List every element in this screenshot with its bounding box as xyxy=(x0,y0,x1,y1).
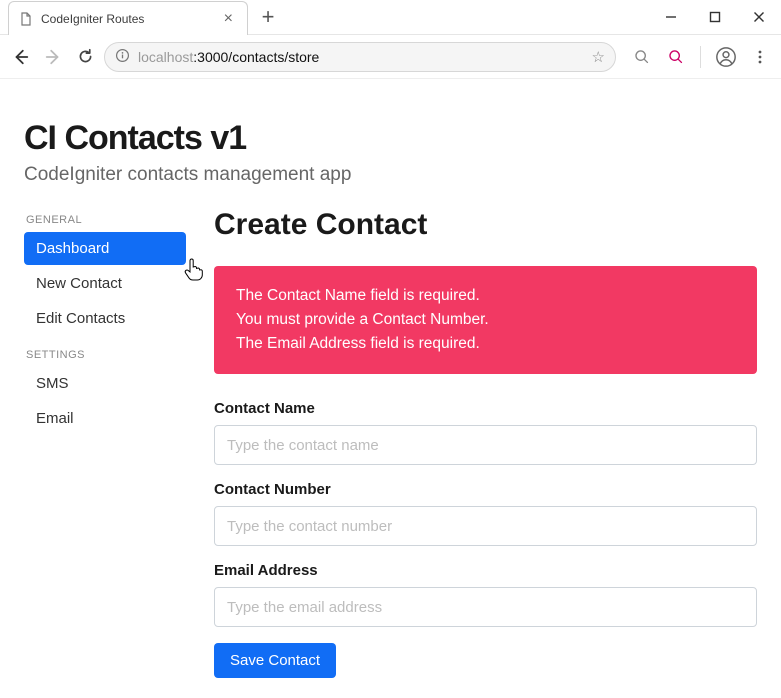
sidebar-item-email[interactable]: Email xyxy=(24,402,186,435)
browser-menu-button[interactable] xyxy=(747,44,773,70)
app-title: CI Contacts v1 xyxy=(24,119,757,158)
back-button[interactable] xyxy=(8,44,34,70)
sidebar: GENERAL Dashboard New Contact Edit Conta… xyxy=(24,208,186,449)
tab-title: CodeIgniter Routes xyxy=(41,12,212,26)
alert-line: You must provide a Contact Number. xyxy=(236,308,735,332)
input-email-address[interactable] xyxy=(214,587,757,627)
label-contact-name: Contact Name xyxy=(214,400,757,417)
forward-button[interactable] xyxy=(40,44,66,70)
toolbar-right xyxy=(622,44,773,70)
browser-tab[interactable]: CodeIgniter Routes × xyxy=(8,1,248,35)
sidebar-heading-settings: SETTINGS xyxy=(26,349,186,361)
main-layout: GENERAL Dashboard New Contact Edit Conta… xyxy=(24,208,757,678)
alert-line: The Email Address field is required. xyxy=(236,332,735,356)
bookmark-star-icon[interactable]: ☆ xyxy=(592,48,605,66)
label-email-address: Email Address xyxy=(214,562,757,579)
extension-icon-2[interactable] xyxy=(662,44,688,70)
browser-toolbar: localhost:3000/contacts/store ☆ xyxy=(0,35,781,79)
content-area: Create Contact The Contact Name field is… xyxy=(214,208,757,678)
field-contact-name: Contact Name xyxy=(214,400,757,465)
sidebar-heading-general: GENERAL xyxy=(26,214,186,226)
sidebar-list-settings: SMS Email xyxy=(24,367,186,435)
field-contact-number: Contact Number xyxy=(214,481,757,546)
page-viewport[interactable]: CI Contacts v1 CodeIgniter contacts mana… xyxy=(0,79,781,698)
reload-button[interactable] xyxy=(72,44,98,70)
page-content: CI Contacts v1 CodeIgniter contacts mana… xyxy=(0,79,781,698)
alert-line: The Contact Name field is required. xyxy=(236,284,735,308)
extension-icon-1[interactable] xyxy=(628,44,654,70)
address-bar[interactable]: localhost:3000/contacts/store ☆ xyxy=(104,42,616,72)
sidebar-list-general: Dashboard New Contact Edit Contacts xyxy=(24,232,186,335)
app-subtitle: CodeIgniter contacts management app xyxy=(24,164,757,186)
window-controls xyxy=(649,0,781,34)
browser-titlebar: CodeIgniter Routes × + xyxy=(0,0,781,35)
site-info-icon[interactable] xyxy=(115,48,130,66)
label-contact-number: Contact Number xyxy=(214,481,757,498)
validation-alert: The Contact Name field is required. You … xyxy=(214,266,757,374)
window-minimize-button[interactable] xyxy=(649,0,693,34)
window-maximize-button[interactable] xyxy=(693,0,737,34)
tab-close-button[interactable]: × xyxy=(220,9,237,29)
window-close-button[interactable] xyxy=(737,0,781,34)
input-contact-name[interactable] xyxy=(214,425,757,465)
sidebar-item-edit-contacts[interactable]: Edit Contacts xyxy=(24,302,186,335)
toolbar-divider xyxy=(700,46,701,68)
page-icon xyxy=(19,12,33,26)
profile-button[interactable] xyxy=(713,44,739,70)
field-email-address: Email Address xyxy=(214,562,757,627)
input-contact-number[interactable] xyxy=(214,506,757,546)
url-text: localhost:3000/contacts/store xyxy=(138,49,584,65)
save-contact-button[interactable]: Save Contact xyxy=(214,643,336,678)
new-tab-button[interactable]: + xyxy=(254,0,282,34)
sidebar-item-new-contact[interactable]: New Contact xyxy=(24,267,186,300)
sidebar-item-sms[interactable]: SMS xyxy=(24,367,186,400)
sidebar-item-dashboard[interactable]: Dashboard xyxy=(24,232,186,265)
page-title: Create Contact xyxy=(214,208,757,242)
